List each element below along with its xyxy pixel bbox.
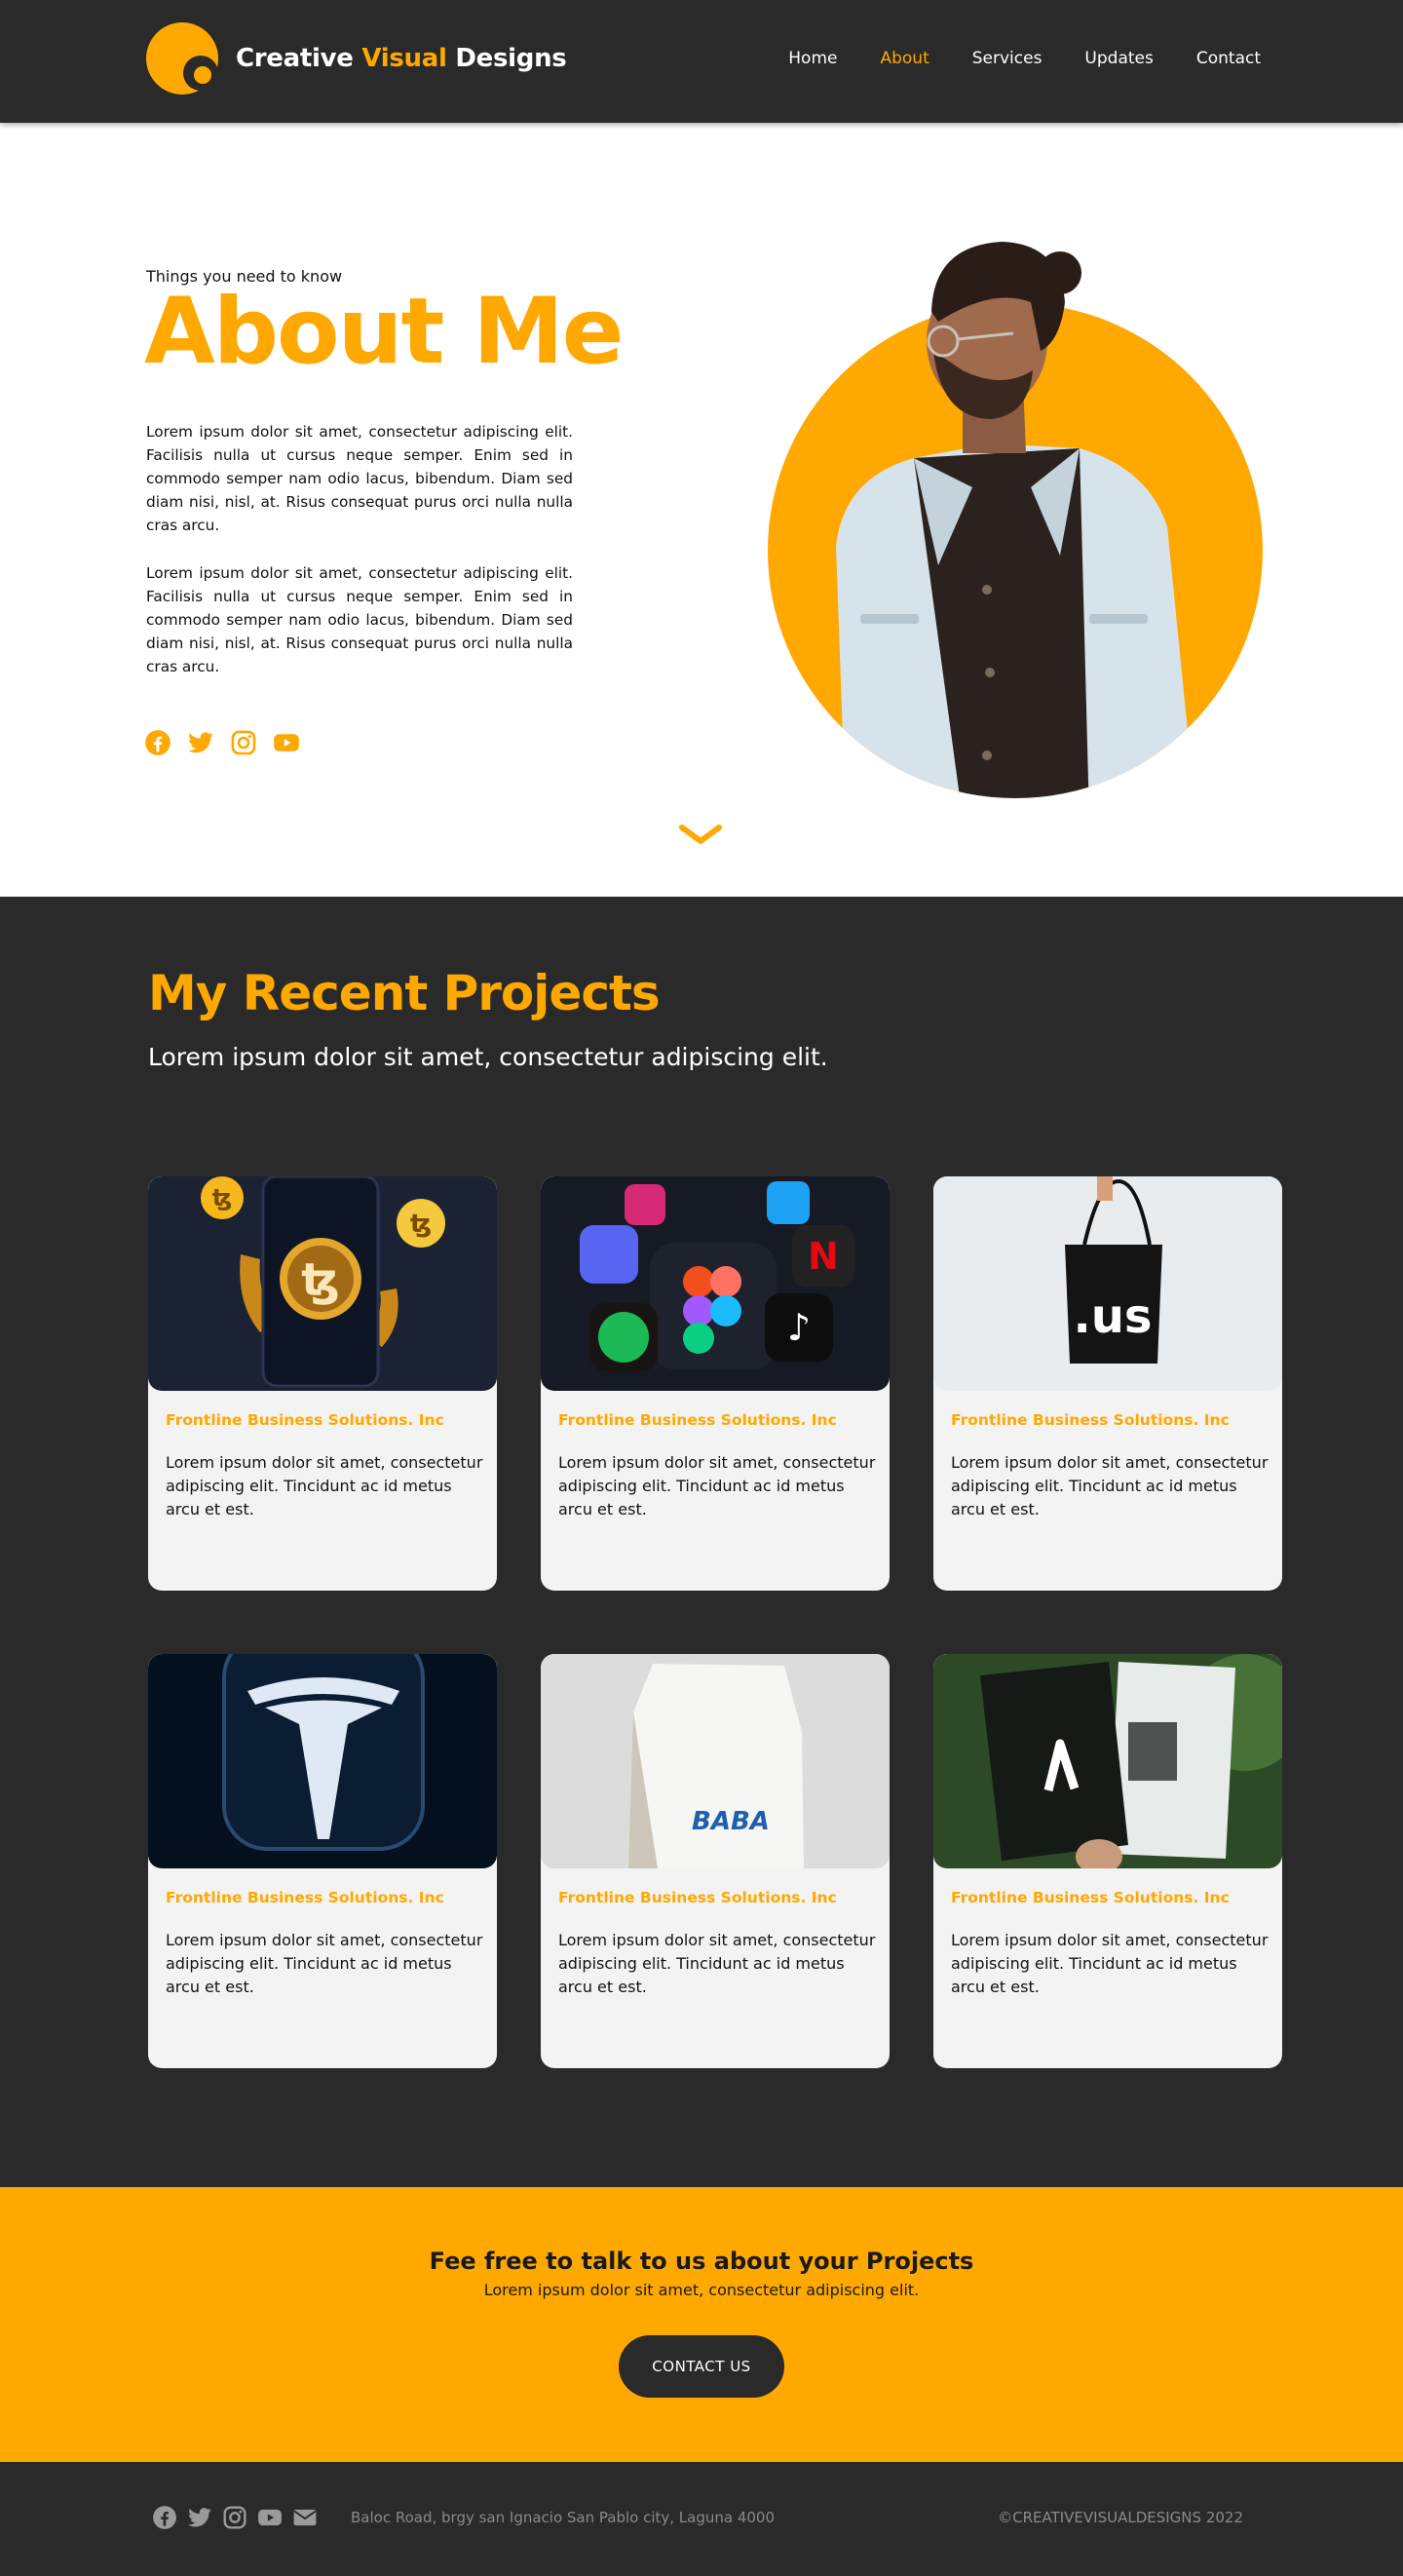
scroll-down-chevron-icon[interactable]	[678, 823, 723, 848]
email-icon[interactable]	[292, 2505, 318, 2530]
cta-section: Fee free to talk to us about your Projec…	[0, 2187, 1403, 2462]
tote-bag-image: .us	[933, 1176, 1282, 1391]
youtube-icon[interactable]	[257, 2505, 283, 2530]
project-description: Lorem ipsum dolor sit amet, consectetur …	[951, 1931, 1269, 1996]
coffee-bag-image: BABA	[541, 1654, 890, 1868]
project-card[interactable]: ꜩ ꜩ ꜩ Frontline Business Solutions. Inc …	[148, 1176, 497, 1591]
logo-mark-icon	[146, 22, 218, 95]
project-description: Lorem ipsum dolor sit amet, consectetur …	[558, 1453, 876, 1519]
tezos-phone-image: ꜩ ꜩ ꜩ	[148, 1176, 497, 1391]
about-paragraph-1: Lorem ipsum dolor sit amet, consectetur …	[146, 423, 573, 534]
project-name: Frontline Business Solutions. Inc	[166, 1411, 444, 1429]
instagram-icon[interactable]	[222, 2505, 247, 2530]
facebook-icon[interactable]	[144, 729, 171, 756]
business-card-image	[933, 1654, 1282, 1868]
projects-title: My Recent Projects	[148, 965, 661, 1021]
site-footer: Baloc Road, brgy san Ignacio San Pablo c…	[0, 2462, 1403, 2576]
project-card[interactable]: N ♪ Frontline Business Solutions. Inc Lo…	[541, 1176, 890, 1591]
footer-social-links	[152, 2505, 318, 2530]
project-card[interactable]: Frontline Business Solutions. Inc Lorem …	[933, 1654, 1282, 2068]
portrait-image	[768, 242, 1263, 798]
nav-contact[interactable]: Contact	[1196, 49, 1261, 68]
twitter-icon[interactable]	[187, 2505, 212, 2530]
tote-bag-text: .us	[1074, 1289, 1153, 1344]
svg-text:ꜩ: ꜩ	[301, 1253, 339, 1306]
nav-updates[interactable]: Updates	[1084, 49, 1153, 68]
contact-us-button[interactable]: CONTACT US	[619, 2335, 784, 2398]
brand-name-accent: Visual	[361, 44, 447, 73]
main-nav: Home About Services Updates Contact	[745, 49, 1261, 68]
project-name: Frontline Business Solutions. Inc	[558, 1889, 837, 1906]
coffee-bag-text: BABA	[692, 1807, 770, 1836]
youtube-icon[interactable]	[273, 729, 300, 756]
facebook-icon[interactable]	[152, 2505, 177, 2530]
cta-title: Fee free to talk to us about your Projec…	[429, 2248, 974, 2275]
nav-services[interactable]: Services	[972, 49, 1043, 68]
projects-section: My Recent Projects Lorem ipsum dolor sit…	[0, 897, 1403, 2187]
project-card[interactable]: .us Frontline Business Solutions. Inc Lo…	[933, 1176, 1282, 1591]
project-description: Lorem ipsum dolor sit amet, consectetur …	[951, 1453, 1269, 1519]
tesla-icon-image	[148, 1654, 497, 1868]
twitter-icon[interactable]	[187, 729, 214, 756]
project-card[interactable]: Frontline Business Solutions. Inc Lorem …	[148, 1654, 497, 2068]
about-title: About Me	[144, 279, 624, 385]
app-icons-image: N ♪	[541, 1176, 890, 1391]
brand-name: Creative Visual Designs	[236, 44, 567, 73]
brand-name-part2: Designs	[455, 44, 567, 73]
project-name: Frontline Business Solutions. Inc	[558, 1411, 837, 1429]
logo[interactable]: Creative Visual Designs	[146, 22, 567, 95]
instagram-icon[interactable]	[230, 729, 257, 756]
project-name: Frontline Business Solutions. Inc	[951, 1411, 1230, 1429]
svg-text:ꜩ: ꜩ	[410, 1210, 432, 1239]
about-paragraph-2: Lorem ipsum dolor sit amet, consectetur …	[146, 564, 573, 675]
footer-address: Baloc Road, brgy san Ignacio San Pablo c…	[351, 2509, 776, 2526]
project-card[interactable]: BABA Frontline Business Solutions. Inc L…	[541, 1654, 890, 2068]
projects-subtitle: Lorem ipsum dolor sit amet, consectetur …	[148, 1043, 828, 1071]
site-header: Creative Visual Designs Home About Servi…	[0, 0, 1403, 123]
project-name: Frontline Business Solutions. Inc	[951, 1889, 1230, 1906]
project-description: Lorem ipsum dolor sit amet, consectetur …	[166, 1931, 483, 1996]
nav-about[interactable]: About	[880, 49, 929, 68]
footer-copyright: ©CREATIVEVISUALDESIGNS 2022	[998, 2509, 1243, 2526]
svg-text:ꜩ: ꜩ	[212, 1184, 233, 1211]
project-name: Frontline Business Solutions. Inc	[166, 1889, 444, 1906]
cta-subtitle: Lorem ipsum dolor sit amet, consectetur …	[483, 2281, 920, 2299]
svg-text:N: N	[808, 1235, 839, 1278]
brand-name-part1: Creative	[236, 44, 354, 73]
about-section: Things you need to know About Me Lorem i…	[0, 123, 1403, 897]
svg-text:♪: ♪	[787, 1306, 811, 1349]
project-description: Lorem ipsum dolor sit amet, consectetur …	[166, 1453, 483, 1519]
nav-home[interactable]: Home	[788, 49, 837, 68]
project-description: Lorem ipsum dolor sit amet, consectetur …	[558, 1931, 876, 1996]
about-social-links	[144, 729, 300, 756]
